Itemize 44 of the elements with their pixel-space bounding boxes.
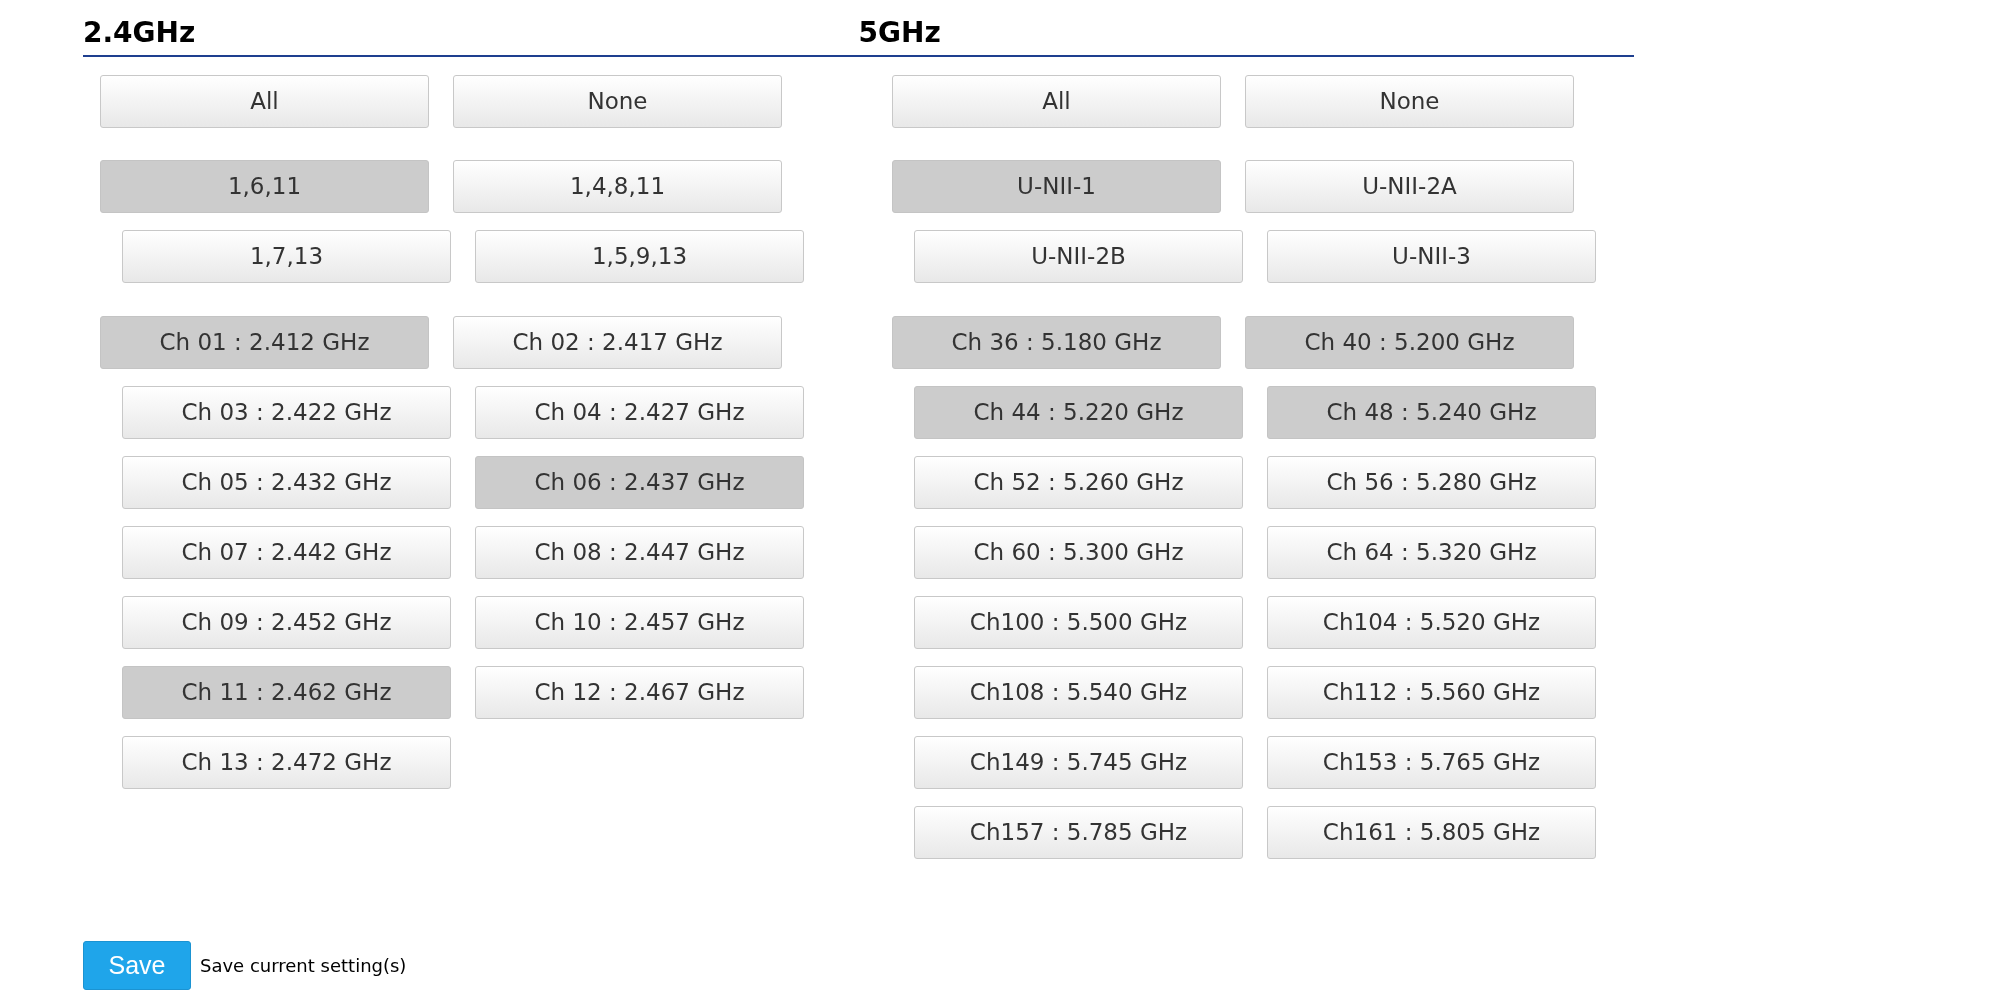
select-button[interactable]: All xyxy=(892,75,1221,128)
section-heading: 2.4GHz xyxy=(83,16,196,49)
channel-button[interactable]: Ch 05 : 2.432 GHz xyxy=(122,456,451,509)
select-button[interactable]: None xyxy=(453,75,782,128)
section-heading: 5GHz xyxy=(858,16,941,49)
channel-button[interactable]: Ch 07 : 2.442 GHz xyxy=(122,526,451,579)
channel-group-button[interactable]: 1,6,11 xyxy=(100,160,429,213)
channel-button[interactable]: Ch157 : 5.785 GHz xyxy=(914,806,1243,859)
channel-button[interactable]: Ch 04 : 2.427 GHz xyxy=(475,386,804,439)
channel-button[interactable]: Ch 09 : 2.452 GHz xyxy=(122,596,451,649)
channel-button[interactable]: Ch 11 : 2.462 GHz xyxy=(122,666,451,719)
channel-group-button[interactable]: U-NII-3 xyxy=(1267,230,1596,283)
channel-button[interactable]: Ch104 : 5.520 GHz xyxy=(1267,596,1596,649)
channel-button[interactable]: Ch 48 : 5.240 GHz xyxy=(1267,386,1596,439)
select-button[interactable]: None xyxy=(1245,75,1574,128)
channel-button[interactable]: Ch 06 : 2.437 GHz xyxy=(475,456,804,509)
channel-button[interactable]: Ch149 : 5.745 GHz xyxy=(914,736,1243,789)
channel-group-button[interactable]: U-NII-1 xyxy=(892,160,1221,213)
channel-group-button[interactable]: 1,7,13 xyxy=(122,230,451,283)
channel-button[interactable]: Ch 10 : 2.457 GHz xyxy=(475,596,804,649)
channel-button[interactable]: Ch 03 : 2.422 GHz xyxy=(122,386,451,439)
select-button[interactable]: All xyxy=(100,75,429,128)
channel-group-button[interactable]: 1,5,9,13 xyxy=(475,230,804,283)
channel-button[interactable]: Ch 56 : 5.280 GHz xyxy=(1267,456,1596,509)
channel-button[interactable]: Ch 52 : 5.260 GHz xyxy=(914,456,1243,509)
save-note: Save current setting(s) xyxy=(200,954,407,978)
channel-button[interactable]: Ch 13 : 2.472 GHz xyxy=(122,736,451,789)
channel-button[interactable]: Ch161 : 5.805 GHz xyxy=(1267,806,1596,859)
channel-button[interactable]: Ch108 : 5.540 GHz xyxy=(914,666,1243,719)
channel-group-button[interactable]: U-NII-2A xyxy=(1245,160,1574,213)
channel-button[interactable]: Ch 12 : 2.467 GHz xyxy=(475,666,804,719)
channel-button[interactable]: Ch 64 : 5.320 GHz xyxy=(1267,526,1596,579)
channel-button[interactable]: Ch 44 : 5.220 GHz xyxy=(914,386,1243,439)
channel-button[interactable]: Ch 01 : 2.412 GHz xyxy=(100,316,429,369)
channel-button[interactable]: Ch 36 : 5.180 GHz xyxy=(892,316,1221,369)
channel-button[interactable]: Ch 40 : 5.200 GHz xyxy=(1245,316,1574,369)
channel-button[interactable]: Ch 60 : 5.300 GHz xyxy=(914,526,1243,579)
channel-button[interactable]: Ch 02 : 2.417 GHz xyxy=(453,316,782,369)
channel-group-button[interactable]: 1,4,8,11 xyxy=(453,160,782,213)
channel-group-button[interactable]: U-NII-2B xyxy=(914,230,1243,283)
channel-button[interactable]: Ch 08 : 2.447 GHz xyxy=(475,526,804,579)
channel-button[interactable]: Ch100 : 5.500 GHz xyxy=(914,596,1243,649)
channel-button[interactable]: Ch112 : 5.560 GHz xyxy=(1267,666,1596,719)
channel-button[interactable]: Ch153 : 5.765 GHz xyxy=(1267,736,1596,789)
